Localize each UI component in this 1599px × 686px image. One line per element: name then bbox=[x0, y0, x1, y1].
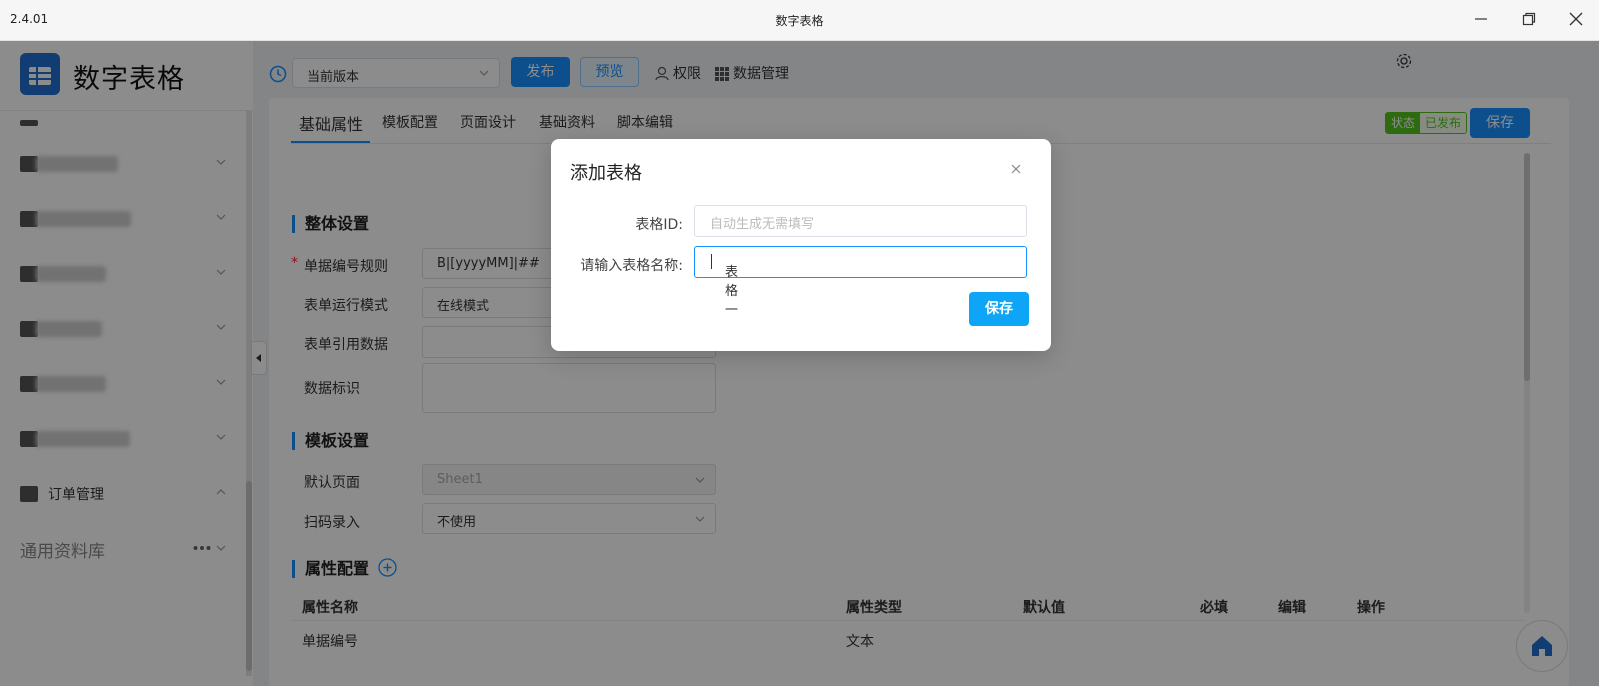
restore-button[interactable] bbox=[1514, 8, 1544, 32]
minimize-icon bbox=[1475, 18, 1487, 20]
table-id-input[interactable]: 自动生成无需填写 bbox=[694, 205, 1027, 237]
title-bar: 2.4.01 数字表格 bbox=[0, 0, 1599, 41]
restore-icon bbox=[1522, 12, 1536, 26]
window-title: 数字表格 bbox=[775, 14, 824, 28]
minimize-button[interactable] bbox=[1466, 8, 1496, 32]
table-id-label: 表格ID: bbox=[635, 217, 683, 233]
close-icon[interactable] bbox=[1010, 163, 1022, 175]
text-caret bbox=[711, 254, 712, 269]
close-window-button[interactable] bbox=[1561, 8, 1591, 32]
dialog-save-button[interactable]: 保存 bbox=[969, 292, 1029, 326]
table-id-placeholder: 自动生成无需填写 bbox=[710, 217, 815, 232]
table-name-input[interactable]: 表格一 bbox=[694, 246, 1027, 318]
table-name-value: 表格一 bbox=[725, 265, 739, 318]
close-icon bbox=[1569, 12, 1583, 26]
modal-overlay[interactable] bbox=[0, 41, 1599, 686]
table-name-label: 请输入表格名称: bbox=[580, 258, 683, 274]
dialog-title: 添加表格 bbox=[570, 163, 642, 184]
add-table-dialog: 添加表格 表格ID: 自动生成无需填写 请输入表格名称: 表格一 保存 bbox=[551, 139, 1051, 351]
